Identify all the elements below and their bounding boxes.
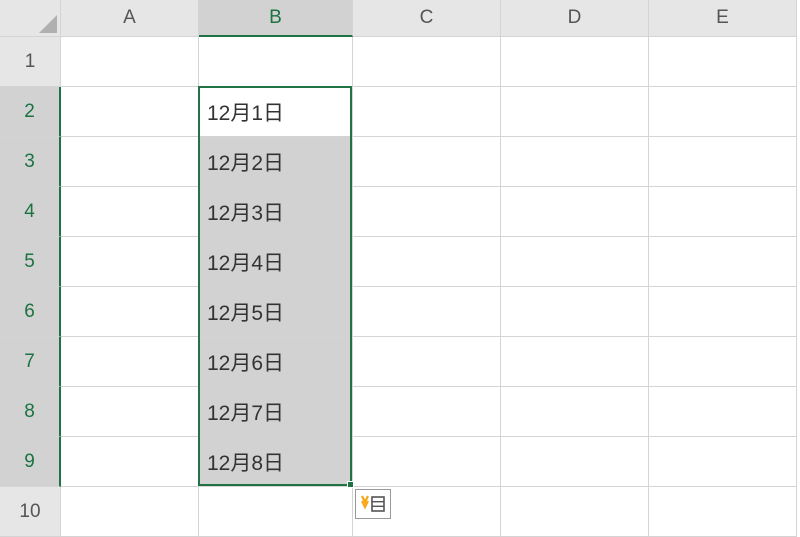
cell-E6[interactable] (649, 287, 797, 337)
cell-E10[interactable] (649, 487, 797, 537)
cell-B5[interactable]: 12月4日 (199, 237, 353, 287)
cell-D6[interactable] (501, 287, 649, 337)
cell-C6[interactable] (353, 287, 501, 337)
cell-E3[interactable] (649, 137, 797, 187)
row-header-8[interactable]: 8 (0, 387, 61, 437)
cell-B7[interactable]: 12月6日 (199, 337, 353, 387)
row-header-4[interactable]: 4 (0, 187, 61, 237)
row-header-2[interactable]: 2 (0, 87, 61, 137)
row-header-5[interactable]: 5 (0, 237, 61, 287)
select-all-corner[interactable] (0, 0, 61, 37)
cell-D5[interactable] (501, 237, 649, 287)
cell-B8[interactable]: 12月7日 (199, 387, 353, 437)
cell-B4[interactable]: 12月3日 (199, 187, 353, 237)
cell-E7[interactable] (649, 337, 797, 387)
cell-E1[interactable] (649, 37, 797, 87)
cell-B1[interactable] (199, 37, 353, 87)
cell-D9[interactable] (501, 437, 649, 487)
cell-A3[interactable] (61, 137, 199, 187)
cell-D4[interactable] (501, 187, 649, 237)
col-header-E[interactable]: E (649, 0, 797, 37)
col-header-C[interactable]: C (353, 0, 501, 37)
cell-E9[interactable] (649, 437, 797, 487)
row-header-9[interactable]: 9 (0, 437, 61, 487)
cell-C2[interactable] (353, 87, 501, 137)
row-header-6[interactable]: 6 (0, 287, 61, 337)
cell-A4[interactable] (61, 187, 199, 237)
autofill-options-icon (359, 493, 387, 515)
cell-A8[interactable] (61, 387, 199, 437)
cell-C7[interactable] (353, 337, 501, 387)
cell-A9[interactable] (61, 437, 199, 487)
cell-A5[interactable] (61, 237, 199, 287)
autofill-options-button[interactable] (355, 489, 391, 519)
col-header-A[interactable]: A (61, 0, 199, 37)
cell-B9[interactable]: 12月8日 (199, 437, 353, 487)
cell-B10[interactable] (199, 487, 353, 537)
cell-A2[interactable] (61, 87, 199, 137)
cell-B3[interactable]: 12月2日 (199, 137, 353, 187)
cell-C4[interactable] (353, 187, 501, 237)
cell-C5[interactable] (353, 237, 501, 287)
row-header-10[interactable]: 10 (0, 487, 61, 537)
cell-C8[interactable] (353, 387, 501, 437)
row-header-3[interactable]: 3 (0, 137, 61, 187)
cell-D10[interactable] (501, 487, 649, 537)
cell-D2[interactable] (501, 87, 649, 137)
cell-A1[interactable] (61, 37, 199, 87)
spreadsheet-grid[interactable]: A B C D E 1 2 12月1日 3 12月2日 4 12月3日 5 12… (0, 0, 797, 537)
cell-A7[interactable] (61, 337, 199, 387)
cell-E2[interactable] (649, 87, 797, 137)
cell-D8[interactable] (501, 387, 649, 437)
col-header-B[interactable]: B (199, 0, 353, 37)
cell-C3[interactable] (353, 137, 501, 187)
cell-C1[interactable] (353, 37, 501, 87)
col-header-D[interactable]: D (501, 0, 649, 37)
row-header-7[interactable]: 7 (0, 337, 61, 387)
cell-D7[interactable] (501, 337, 649, 387)
row-header-1[interactable]: 1 (0, 37, 61, 87)
cell-D1[interactable] (501, 37, 649, 87)
cell-A10[interactable] (61, 487, 199, 537)
cell-B2[interactable]: 12月1日 (199, 87, 353, 137)
cell-D3[interactable] (501, 137, 649, 187)
cell-B6[interactable]: 12月5日 (199, 287, 353, 337)
cell-E8[interactable] (649, 387, 797, 437)
cell-E5[interactable] (649, 237, 797, 287)
cell-A6[interactable] (61, 287, 199, 337)
cell-C9[interactable] (353, 437, 501, 487)
cell-E4[interactable] (649, 187, 797, 237)
